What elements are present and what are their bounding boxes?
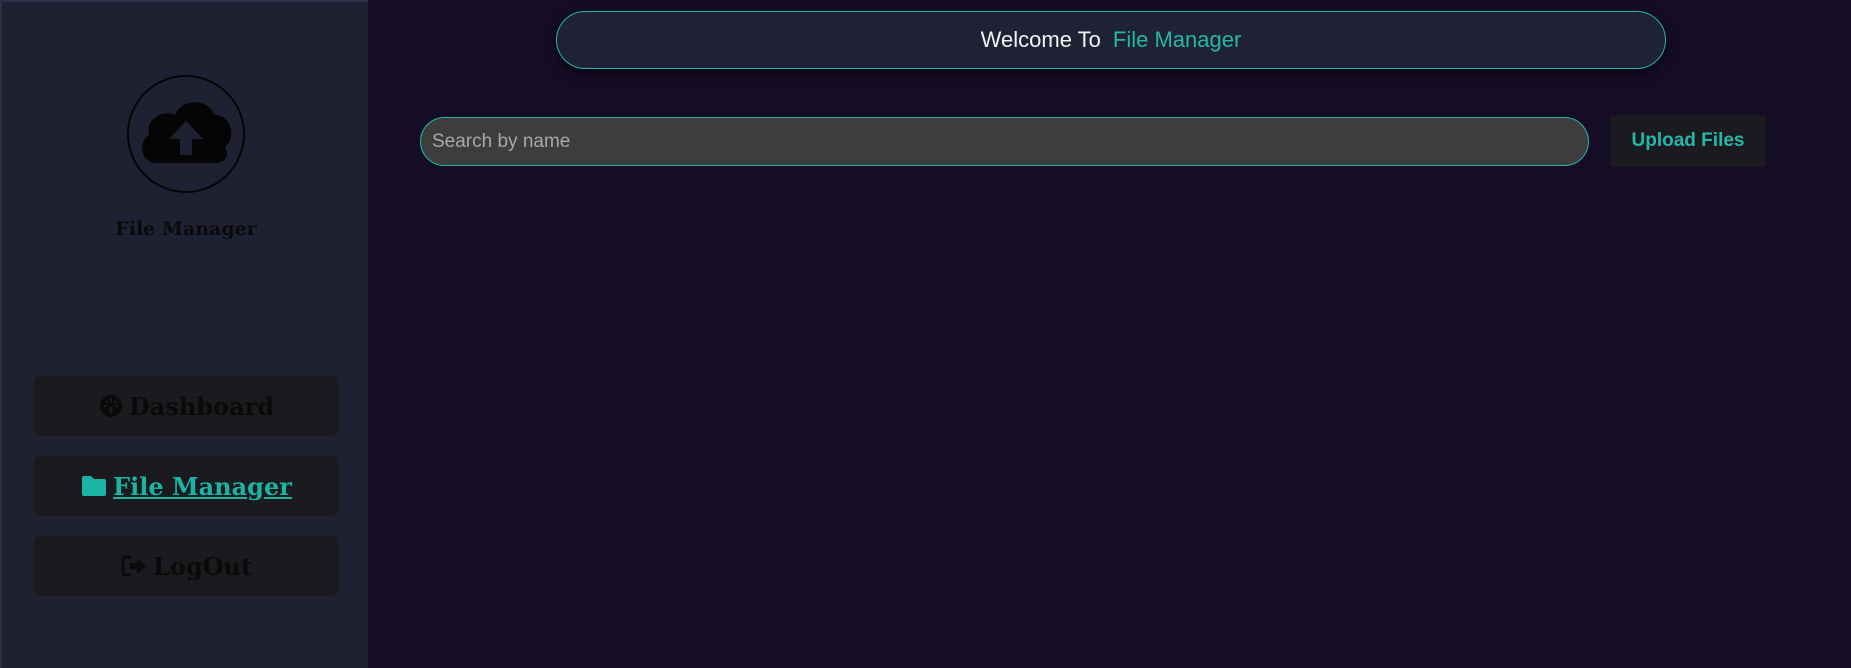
logo [127,75,245,193]
sidebar-brand: File Manager [115,218,257,240]
upload-files-button[interactable]: Upload Files [1610,115,1766,167]
sidebar-item-file-manager[interactable]: File Manager [34,456,339,516]
dashboard-gauge-icon [99,395,122,417]
search-input[interactable] [420,117,1589,166]
folder-icon [82,476,107,496]
sidebar: File Manager Dashboard File Manager LogO… [0,0,368,668]
sidebar-item-label: Dashboard [128,391,275,421]
sign-out-icon [121,555,146,577]
cloud-upload-icon [142,102,232,163]
welcome-app-name: File Manager [1112,27,1242,52]
welcome-banner: Welcome To File Manager [556,11,1666,69]
sidebar-item-logout[interactable]: LogOut [34,536,339,596]
welcome-prefix: Welcome To [980,27,1101,52]
sidebar-item-label: File Manager [113,471,292,501]
sidebar-item-dashboard[interactable]: Dashboard [34,376,339,436]
sidebar-item-label: LogOut [152,551,253,581]
